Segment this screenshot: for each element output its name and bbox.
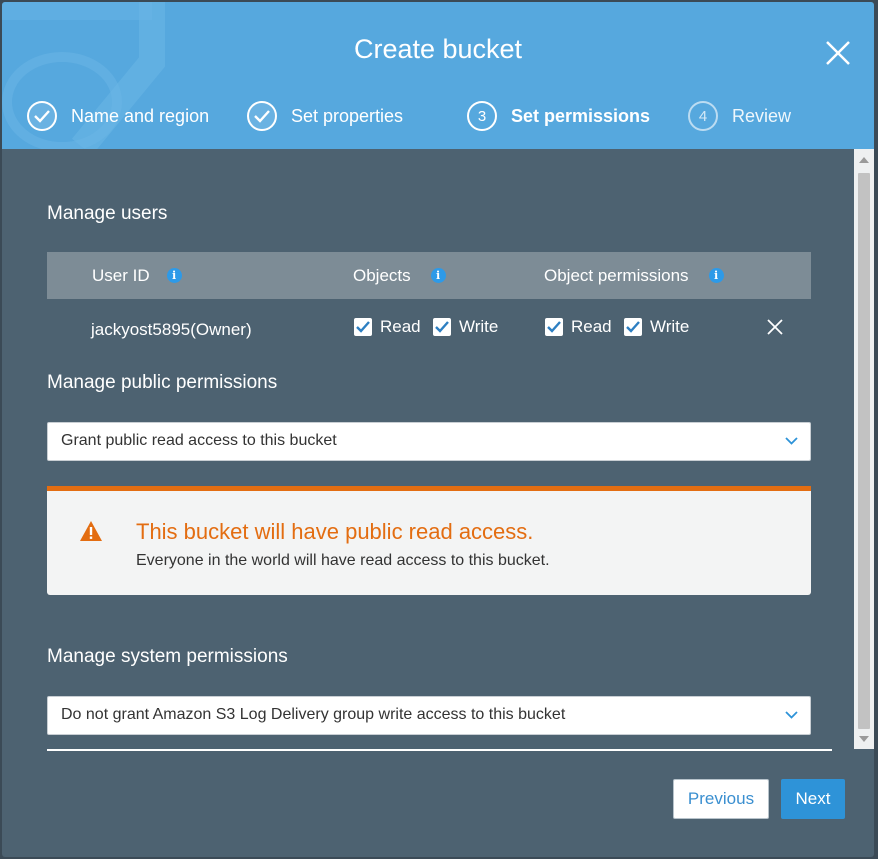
step-label: Set properties bbox=[291, 105, 404, 126]
select-value: Do not grant Amazon S3 Log Delivery grou… bbox=[61, 706, 566, 723]
dialog-title: Create bucket bbox=[353, 34, 523, 64]
users-table-header: User ID i Objects i Object permissions i bbox=[47, 252, 811, 299]
chevron-down-icon bbox=[785, 437, 798, 445]
scrollbar-thumb[interactable] bbox=[858, 173, 870, 729]
checkbox-checked-icon bbox=[545, 318, 563, 336]
step-review: 4 Review bbox=[688, 101, 791, 131]
checkbox-checked-icon bbox=[433, 318, 451, 336]
object-permissions-write-checkbox[interactable]: Write bbox=[624, 317, 689, 337]
manage-system-permissions-title: Manage system permissions bbox=[47, 646, 288, 667]
object-permissions-read-checkbox[interactable]: Read bbox=[545, 317, 612, 337]
checkbox-checked-icon bbox=[354, 318, 372, 336]
user-id: jackyost5895(Owner) bbox=[91, 320, 252, 339]
column-user-id: User ID i bbox=[92, 252, 182, 299]
close-icon[interactable] bbox=[767, 319, 783, 335]
info-icon[interactable]: i bbox=[708, 268, 724, 283]
check-circle-icon bbox=[247, 101, 277, 131]
column-label: Object permissions bbox=[544, 265, 689, 285]
manage-users-title: Manage users bbox=[47, 203, 168, 224]
public-access-warning: This bucket will have public read access… bbox=[47, 486, 811, 595]
manage-public-permissions-title: Manage public permissions bbox=[47, 372, 278, 393]
checkbox-checked-icon bbox=[624, 318, 642, 336]
alert-title: This bucket will have public read access… bbox=[136, 519, 534, 544]
objects-read-checkbox[interactable]: Read bbox=[354, 317, 421, 337]
checkbox-label: Write bbox=[650, 317, 690, 336]
step-label: Review bbox=[732, 105, 792, 126]
system-permissions-select[interactable]: Do not grant Amazon S3 Log Delivery grou… bbox=[47, 696, 811, 735]
table-row: jackyost5895(Owner) Read Write Read Writ… bbox=[47, 307, 811, 347]
step-number: 3 bbox=[467, 101, 497, 131]
checkbox-label: Write bbox=[459, 317, 499, 336]
column-object-permissions: Object permissions i bbox=[544, 252, 724, 299]
checkbox-label: Read bbox=[571, 317, 612, 336]
column-label: Objects bbox=[353, 265, 411, 285]
step-set-permissions: 3 Set permissions bbox=[467, 101, 650, 131]
public-permissions-select[interactable]: Grant public read access to this bucket bbox=[47, 422, 811, 461]
step-set-properties: Set properties bbox=[247, 101, 403, 131]
alert-message: Everyone in the world will have read acc… bbox=[136, 552, 550, 569]
step-number: 4 bbox=[688, 101, 718, 131]
step-label: Set permissions bbox=[511, 105, 651, 126]
checkbox-label: Read bbox=[380, 317, 421, 336]
dialog-header: Create bucket Name and region Set proper… bbox=[2, 2, 874, 149]
column-objects: Objects i bbox=[353, 252, 446, 299]
step-label: Name and region bbox=[71, 105, 210, 126]
scroll-down-icon[interactable] bbox=[859, 736, 869, 742]
divider bbox=[47, 749, 832, 751]
info-icon[interactable]: i bbox=[430, 268, 446, 283]
select-value: Grant public read access to this bucket bbox=[61, 432, 337, 449]
info-icon[interactable]: i bbox=[166, 268, 182, 283]
create-bucket-dialog: Create bucket Name and region Set proper… bbox=[2, 2, 874, 857]
step-name-and-region: Name and region bbox=[27, 101, 209, 131]
scrollbar[interactable] bbox=[854, 149, 874, 749]
objects-write-checkbox[interactable]: Write bbox=[433, 317, 498, 337]
close-icon[interactable] bbox=[824, 39, 852, 67]
warning-triangle-icon bbox=[80, 521, 102, 541]
previous-button[interactable]: Previous bbox=[673, 779, 769, 819]
chevron-down-icon bbox=[785, 711, 798, 719]
check-circle-icon bbox=[27, 101, 57, 131]
column-label: User ID bbox=[92, 265, 150, 285]
next-button[interactable]: Next bbox=[781, 779, 845, 819]
scroll-up-icon[interactable] bbox=[859, 157, 869, 163]
